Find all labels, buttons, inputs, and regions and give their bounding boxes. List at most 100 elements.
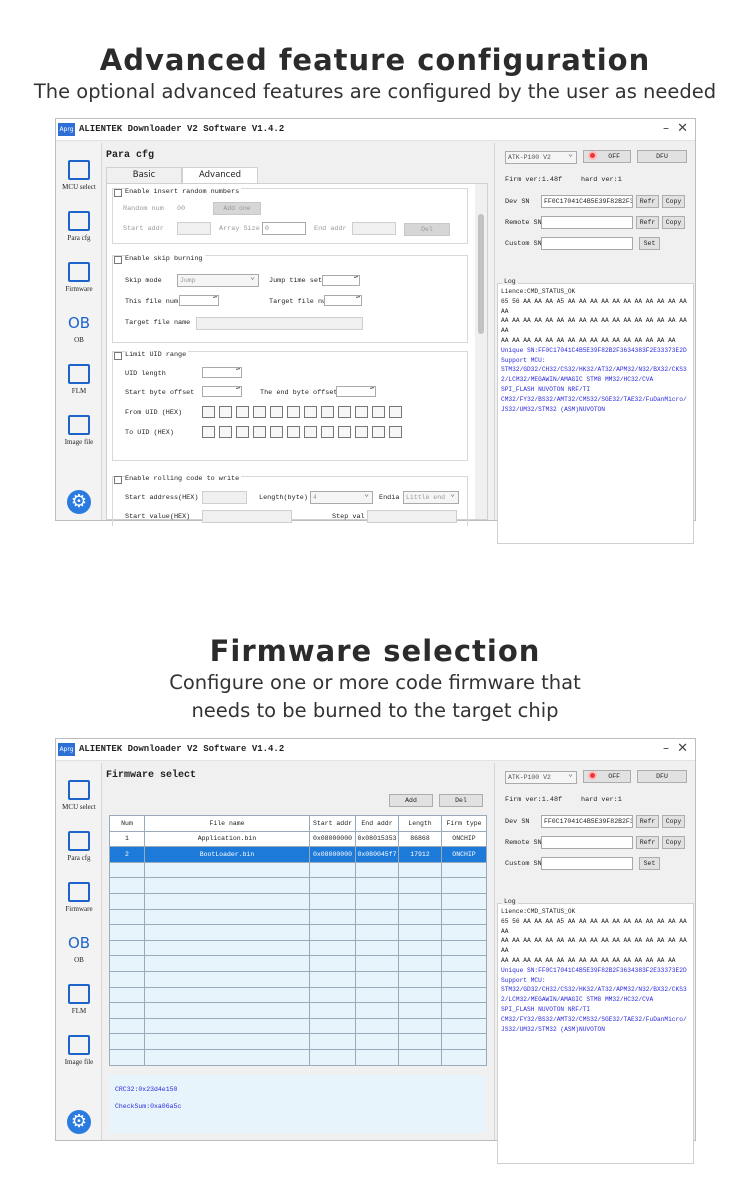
table-cell: ONCHIP xyxy=(441,830,487,848)
sidebar-item-firmware[interactable]: Firmware xyxy=(56,882,102,913)
end-byte-offset-stepper[interactable] xyxy=(336,385,376,397)
log-line: Unique SN:FF0C17041C4B5E39F82B2F3634383F… xyxy=(501,346,687,354)
firmware-panel: Firmware select Add Del Num File name St… xyxy=(104,763,490,1140)
sidebar-item-label: MCU select xyxy=(62,803,96,811)
tab-basic[interactable]: Basic xyxy=(106,167,182,183)
table-row[interactable]: 1 Application.bin 0x08000000 0x08015353 … xyxy=(109,830,487,848)
column-header[interactable]: Length xyxy=(398,815,442,832)
sidebar-item-ob[interactable]: OB OB xyxy=(56,313,102,344)
dev-sn-input[interactable]: FF0C17041C4B5E39F82B2F3 xyxy=(541,815,633,828)
empty-row xyxy=(109,861,487,879)
sidebar-item-flm[interactable]: FLM xyxy=(56,364,102,395)
window-title: ALIENTEK Downloader V2 Software V1.4.2 xyxy=(79,744,285,754)
target-file-num-stepper[interactable] xyxy=(324,294,362,306)
rolling-code-checkbox[interactable] xyxy=(114,476,122,484)
sidebar-item-flm[interactable]: FLM xyxy=(56,984,102,1015)
end-addr-input[interactable] xyxy=(352,222,396,235)
skip-burning-checkbox[interactable] xyxy=(114,256,122,264)
log-line: AA AA AA AA AA AA AA AA AA AA AA AA AA A… xyxy=(501,317,687,335)
custom-sn-input[interactable] xyxy=(541,237,633,250)
column-header[interactable]: Start addr xyxy=(309,815,356,832)
sidebar-item-label: Image file xyxy=(64,438,94,446)
remote-sn-input[interactable] xyxy=(541,836,633,849)
start-address-input[interactable] xyxy=(202,491,247,504)
step-val-input[interactable] xyxy=(367,510,457,523)
sidebar-item-mcu-select[interactable]: MCU select xyxy=(56,160,102,191)
table-cell: 2 xyxy=(109,846,145,863)
target-file-name-input[interactable] xyxy=(196,317,363,330)
table-row-selected[interactable]: 2 BootLoader.bin 0x08000000 0x080045f7 1… xyxy=(109,846,487,863)
uid-length-stepper[interactable] xyxy=(202,366,242,378)
custom-sn-input[interactable] xyxy=(541,857,633,870)
dev-sn-refresh-button[interactable]: Refr xyxy=(636,195,659,208)
column-header[interactable]: File name xyxy=(144,815,310,832)
dfu-button[interactable]: DFU xyxy=(637,770,687,783)
dev-sn-copy-button[interactable]: Copy xyxy=(662,815,685,828)
minimize-icon[interactable]: – xyxy=(663,741,669,755)
dfu-button[interactable]: DFU xyxy=(637,150,687,163)
start-byte-offset-stepper[interactable] xyxy=(202,385,242,397)
log-line: AA AA AA AA AA AA AA AA AA AA AA AA AA A… xyxy=(501,336,676,344)
dev-sn-refresh-button[interactable]: Refr xyxy=(636,815,659,828)
add-firmware-button[interactable]: Add xyxy=(389,794,433,807)
device-select[interactable]: ATK-P100 V2 xyxy=(505,149,577,164)
tab-advanced[interactable]: Advanced xyxy=(182,167,258,183)
endia-select[interactable]: Little end xyxy=(403,489,459,504)
vertical-scrollbar[interactable] xyxy=(475,184,487,519)
add-one-button[interactable]: Add one xyxy=(213,202,261,215)
limit-uid-checkbox[interactable] xyxy=(114,352,122,360)
field-label: The end byte offset xyxy=(260,389,338,397)
sidebar-item-mcu-select[interactable]: MCU select xyxy=(56,780,102,811)
sidebar-item-para-cfg[interactable]: Para cfg xyxy=(56,211,102,242)
start-value-input[interactable] xyxy=(202,510,292,523)
sidebar-item-para-cfg[interactable]: Para cfg xyxy=(56,831,102,862)
field-label: Custom SN xyxy=(505,860,542,868)
random-value: 00 xyxy=(177,205,186,213)
device-select[interactable]: ATK-P100 V2 xyxy=(505,769,577,784)
remote-sn-input[interactable] xyxy=(541,216,633,229)
connect-off-button[interactable]: OFF xyxy=(583,770,631,783)
close-icon[interactable]: ✕ xyxy=(677,121,688,136)
section-heading-firmware: Firmware selection xyxy=(209,634,541,668)
this-file-num-stepper[interactable] xyxy=(179,294,219,306)
remote-sn-refresh-button[interactable]: Refr xyxy=(636,836,659,849)
column-header[interactable]: Num xyxy=(109,815,145,832)
start-addr-input[interactable] xyxy=(177,222,211,235)
remote-sn-copy-button[interactable]: Copy xyxy=(662,836,685,849)
sidebar-item-firmware[interactable]: Firmware xyxy=(56,262,102,293)
flm-icon xyxy=(68,984,90,1004)
field-label: Start address(HEX) xyxy=(125,494,199,502)
log-line: 2/LCM32/MEGAWIN/AMAGIC STM8 MM32/HC32/CV… xyxy=(501,376,654,384)
minimize-icon[interactable]: – xyxy=(663,121,669,135)
length-select[interactable]: 4 xyxy=(310,489,373,504)
dev-sn-input[interactable]: FF0C17041C4B5E39F82B2F3 xyxy=(541,195,633,208)
dev-sn-copy-button[interactable]: Copy xyxy=(662,195,685,208)
log-line: 65 56 AA AA AA A5 AA AA AA AA AA AA AA A… xyxy=(501,297,687,315)
ob-icon: OB xyxy=(67,314,91,332)
custom-sn-set-button[interactable]: Set xyxy=(639,237,660,250)
close-icon[interactable]: ✕ xyxy=(677,741,688,756)
empty-row xyxy=(109,1002,487,1019)
field-label: UID length xyxy=(125,370,166,378)
remote-sn-refresh-button[interactable]: Refr xyxy=(636,216,659,229)
sidebar-item-ob[interactable]: OB OB xyxy=(56,933,102,964)
skip-mode-select[interactable]: Jump xyxy=(177,272,259,287)
gear-icon[interactable]: ⚙ xyxy=(67,1110,91,1134)
gear-icon[interactable]: ⚙ xyxy=(67,490,91,514)
remote-sn-copy-button[interactable]: Copy xyxy=(662,216,685,229)
status-led-icon xyxy=(588,771,597,780)
column-header[interactable]: End addr xyxy=(355,815,399,832)
custom-sn-set-button[interactable]: Set xyxy=(639,857,660,870)
sidebar-item-image-file[interactable]: Image file xyxy=(56,415,102,446)
array-size-input[interactable]: 0 xyxy=(262,222,306,235)
sidebar-item-image-file[interactable]: Image file xyxy=(56,1035,102,1066)
column-header[interactable]: Firm type xyxy=(441,815,487,832)
ob-icon: OB xyxy=(67,934,91,952)
jump-time-stepper[interactable] xyxy=(322,274,360,286)
connect-off-button[interactable]: OFF xyxy=(583,150,631,163)
empty-row xyxy=(109,970,487,988)
del-button[interactable]: Del xyxy=(404,223,450,236)
del-firmware-button[interactable]: Del xyxy=(439,794,483,807)
log-output: Lience:CMD_STATUS_OK 65 56 AA AA AA A5 A… xyxy=(497,283,694,544)
random-numbers-checkbox[interactable] xyxy=(114,189,122,197)
